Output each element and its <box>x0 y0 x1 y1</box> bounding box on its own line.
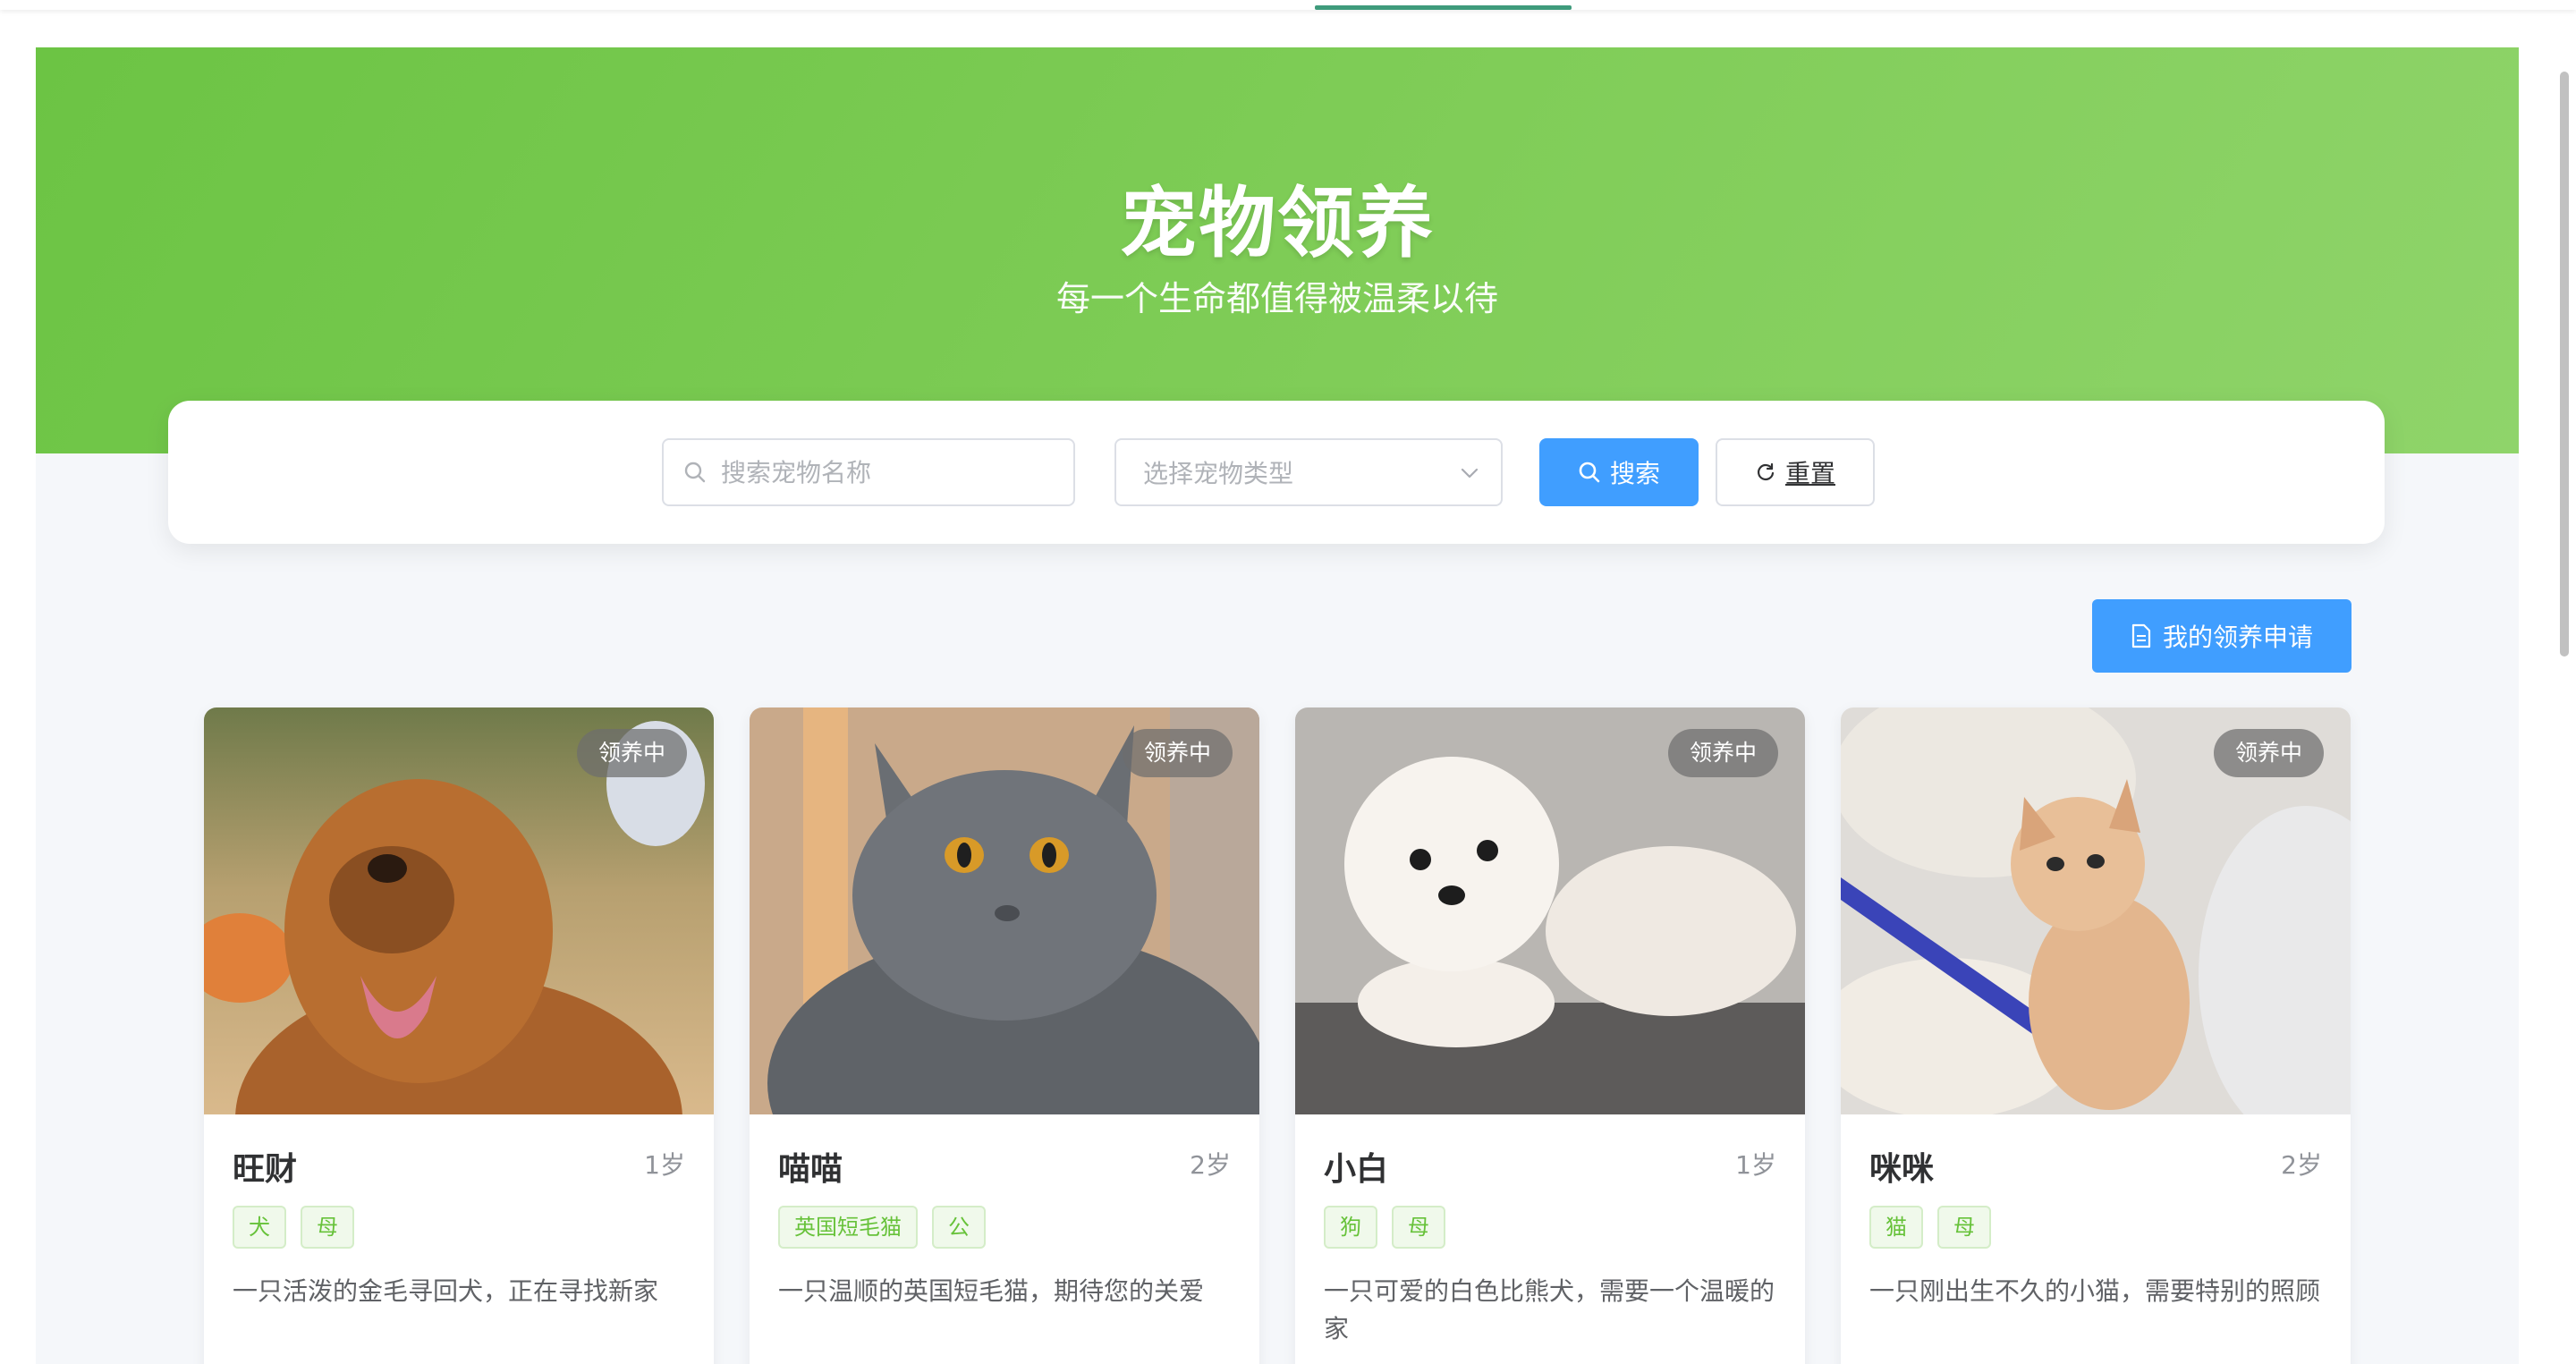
active-nav-indicator <box>1315 5 1572 10</box>
status-badge: 领养中 <box>2213 729 2324 777</box>
status-badge: 领养中 <box>1667 729 1778 777</box>
pet-name: 喵喵 <box>778 1151 843 1188</box>
pet-description: 一只刚出生不久的小猫，需要特别的照顾 <box>1869 1276 2321 1306</box>
chevron-down-icon <box>1461 468 1479 479</box>
pet-tags: 猫 母 <box>1869 1206 1991 1249</box>
pet-gender-tag: 母 <box>301 1206 354 1249</box>
reset-button[interactable]: 重置 <box>1716 438 1875 506</box>
search-button-label: 搜索 <box>1609 459 1660 488</box>
search-panel: 选择宠物类型 搜索 重置 <box>168 401 2385 544</box>
page-scrollbar[interactable] <box>2560 72 2569 1360</box>
my-applications-button[interactable]: 我的领养申请 <box>2092 599 2351 673</box>
pet-tags: 狗 母 <box>1324 1206 1445 1249</box>
pet-name-search-field[interactable] <box>662 438 1075 506</box>
pet-type-tag: 犬 <box>233 1206 286 1249</box>
pet-description: 一只可爱的白色比熊犬，需要一个温暖的家 <box>1324 1276 1775 1343</box>
pet-description: 一只温顺的英国短毛猫，期待您的关爱 <box>778 1276 1205 1306</box>
pet-photo-bichon[interactable]: 领养中 <box>1295 707 1805 1114</box>
pet-age: 2岁 <box>1190 1150 1231 1180</box>
pet-age: 1岁 <box>1735 1150 1776 1180</box>
page-title: 宠物领养 <box>1120 179 1435 268</box>
pet-gender-tag: 公 <box>932 1206 986 1249</box>
pet-tags: 犬 母 <box>233 1206 354 1249</box>
scrollbar-thumb[interactable] <box>2560 72 2569 657</box>
page-subtitle: 每一个生命都值得被温柔以待 <box>1055 279 1498 318</box>
search-icon <box>1579 462 1600 483</box>
refresh-icon <box>1757 462 1775 481</box>
pet-type-tag: 英国短毛猫 <box>778 1206 918 1249</box>
hero-banner: 宠物领养 每一个生命都值得被温柔以待 <box>36 47 2519 453</box>
pet-photo-kitten[interactable]: 领养中 <box>1841 707 2351 1114</box>
status-badge: 领养中 <box>1122 729 1233 777</box>
my-applications-label: 我的领养申请 <box>2162 623 2313 652</box>
pet-age: 1岁 <box>644 1150 685 1180</box>
pet-tags: 英国短毛猫 公 <box>778 1206 986 1249</box>
reset-button-label: 重置 <box>1784 459 1835 488</box>
pet-photo-british-shorthair[interactable]: 领养中 <box>750 707 1259 1114</box>
pet-description: 一只活泼的金毛寻回犬，正在寻找新家 <box>233 1276 659 1306</box>
document-icon <box>2131 623 2151 648</box>
pet-card[interactable]: 领养中 喵喵 2岁 英国短毛猫 公 一只温顺的英国短毛猫，期待您的关爱 <box>750 707 1259 1364</box>
pet-gender-tag: 母 <box>1392 1206 1445 1249</box>
search-button[interactable]: 搜索 <box>1539 438 1699 506</box>
pet-name: 旺财 <box>233 1151 298 1188</box>
pet-type-placeholder: 选择宠物类型 <box>1143 459 1294 488</box>
search-input[interactable] <box>719 456 1063 488</box>
pet-photo-golden-retriever[interactable]: 领养中 <box>204 707 714 1114</box>
pet-type-tag: 猫 <box>1869 1206 1923 1249</box>
status-badge: 领养中 <box>576 729 687 777</box>
pet-name: 小白 <box>1324 1151 1389 1188</box>
pet-card[interactable]: 领养中 小白 1岁 狗 母 一只可爱的白色比熊犬，需要一个温暖的家 <box>1295 707 1805 1364</box>
top-nav-bar <box>0 0 2576 10</box>
pet-name: 咪咪 <box>1869 1151 1935 1188</box>
pet-type-select[interactable]: 选择宠物类型 <box>1114 438 1503 506</box>
pet-type-tag: 狗 <box>1324 1206 1377 1249</box>
search-icon <box>684 462 706 483</box>
page-content: 宠物领养 每一个生命都值得被温柔以待 选择宠物类型 搜索 <box>36 47 2519 1364</box>
pet-gender-tag: 母 <box>1937 1206 1991 1249</box>
pet-card[interactable]: 领养中 旺财 1岁 犬 母 一只活泼的金毛寻回犬，正在寻找新家 <box>204 707 714 1364</box>
pet-card[interactable]: 领养中 咪咪 2岁 猫 母 一只刚出生不久的小猫，需要特别的照顾 <box>1841 707 2351 1364</box>
pet-age: 2岁 <box>2281 1150 2322 1180</box>
